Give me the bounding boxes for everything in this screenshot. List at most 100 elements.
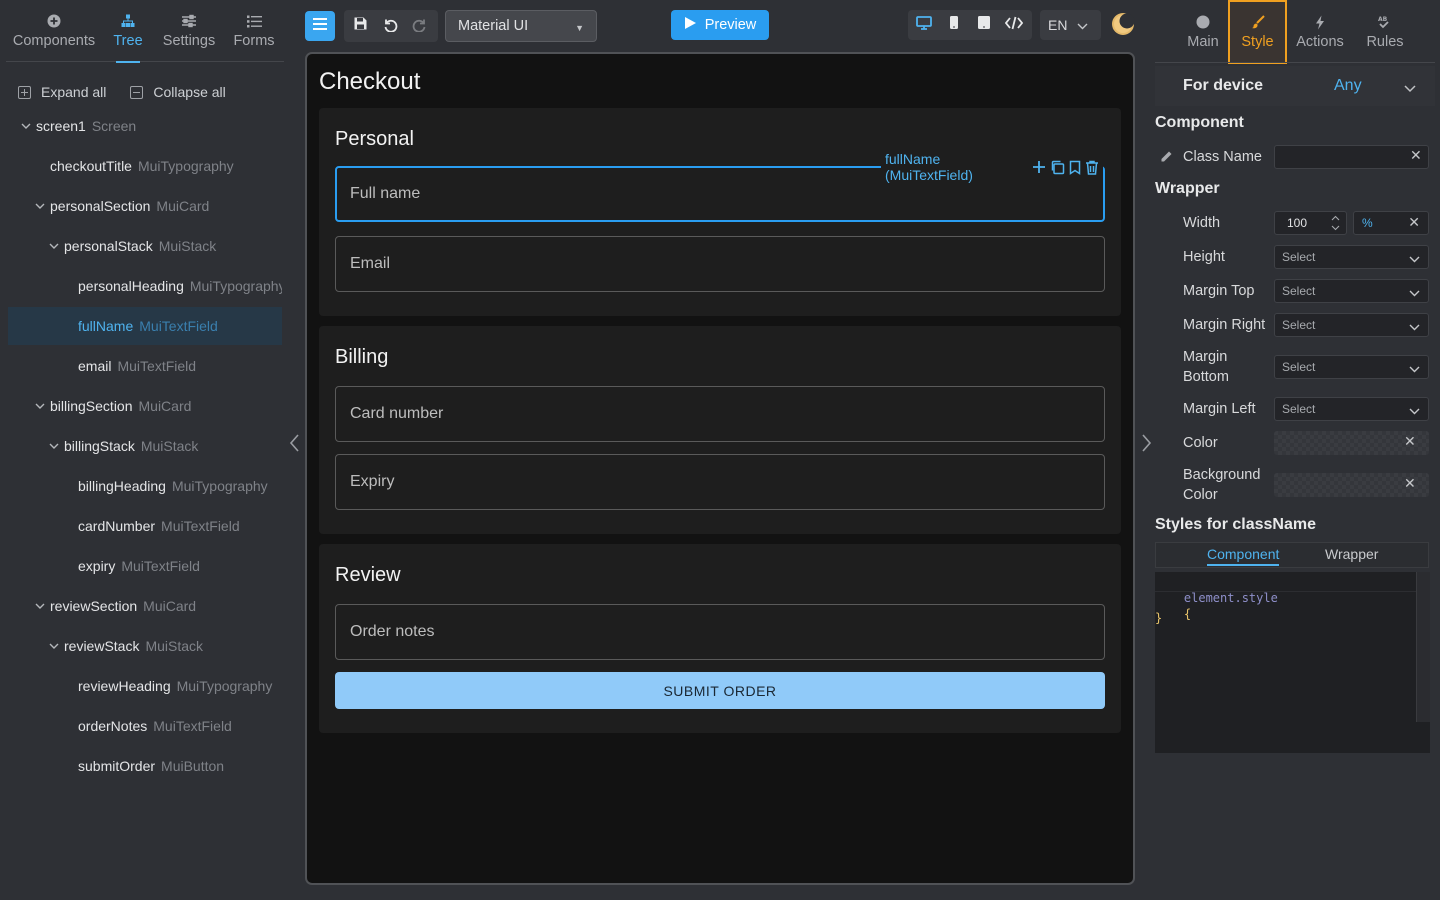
save-button[interactable] bbox=[345, 11, 375, 41]
email-field[interactable]: Email bbox=[335, 236, 1105, 292]
tablet-view-button[interactable] bbox=[969, 10, 999, 40]
clear-class-name-icon[interactable]: ✕ bbox=[1410, 147, 1422, 164]
tree-item-personalSection[interactable]: personalSection MuiCard bbox=[8, 187, 282, 225]
margin-top-label: Margin Top bbox=[1183, 283, 1255, 299]
tab-rules[interactable]: AB Rules bbox=[1364, 0, 1406, 64]
width-input[interactable]: 100 bbox=[1274, 211, 1347, 235]
tree-item-expiry[interactable]: expiry MuiTextField bbox=[8, 547, 282, 585]
order-notes-field[interactable]: Order notes bbox=[335, 604, 1105, 660]
tab-settings[interactable]: Settings bbox=[162, 0, 216, 62]
moon-icon bbox=[1111, 13, 1135, 40]
tree-item-billingSection[interactable]: billingSection MuiCard bbox=[8, 387, 282, 425]
collapse-left-panel-icon[interactable] bbox=[288, 434, 302, 457]
tree-item-type: MuiCard bbox=[138, 398, 192, 414]
tree-item-billingStack[interactable]: billingStack MuiStack bbox=[8, 427, 282, 465]
expand-all-button[interactable]: Expand all bbox=[18, 84, 106, 100]
language-value: EN bbox=[1048, 17, 1068, 33]
full-name-field[interactable]: Full name fullName (MuiTextField) bbox=[335, 151, 1105, 222]
for-device-label: For device bbox=[1183, 77, 1264, 94]
margin-top-select[interactable]: Select bbox=[1274, 279, 1429, 303]
personal-section-card[interactable]: Personal Full name fullName (MuiTextFiel… bbox=[319, 108, 1121, 316]
svg-text:AB: AB bbox=[1378, 16, 1388, 23]
bookmark-icon[interactable] bbox=[1069, 160, 1081, 175]
tab-style-label: Style bbox=[1241, 34, 1274, 50]
card-number-field[interactable]: Card number bbox=[335, 386, 1105, 442]
chevron-down-icon[interactable] bbox=[1404, 80, 1416, 98]
width-unit-select[interactable]: % ✕ bbox=[1353, 211, 1429, 235]
margin-bottom-select[interactable]: Select bbox=[1274, 355, 1429, 379]
class-name-input[interactable] bbox=[1274, 145, 1429, 169]
tree-item-screen1[interactable]: screen1 Screen bbox=[8, 107, 282, 145]
mobile-view-button[interactable] bbox=[939, 10, 969, 40]
selection-toolbar: fullName (MuiTextField) bbox=[881, 151, 1103, 183]
tab-main[interactable]: Main bbox=[1180, 0, 1226, 64]
chevron-down-icon[interactable] bbox=[48, 440, 60, 452]
tree-item-personalStack[interactable]: personalStack MuiStack bbox=[8, 227, 282, 265]
tree-item-reviewStack[interactable]: reviewStack MuiStack bbox=[8, 627, 282, 665]
add-icon[interactable] bbox=[1032, 160, 1046, 174]
ui-library-select[interactable]: Material UI ▼ bbox=[445, 10, 597, 42]
duplicate-icon[interactable] bbox=[1050, 160, 1065, 175]
clear-color-icon[interactable]: ✕ bbox=[1404, 433, 1416, 450]
tree-item-reviewSection[interactable]: reviewSection MuiCard bbox=[8, 587, 282, 625]
tab-actions[interactable]: Actions bbox=[1293, 0, 1347, 64]
plus-circle-icon bbox=[47, 13, 61, 29]
tree-item-personalHeading[interactable]: personalHeading MuiTypography bbox=[8, 267, 282, 305]
desktop-view-button[interactable] bbox=[909, 10, 939, 40]
tab-tree[interactable]: Tree bbox=[108, 0, 148, 63]
chevron-down-icon[interactable] bbox=[34, 400, 46, 412]
chevron-down-icon[interactable] bbox=[34, 200, 46, 212]
theme-toggle[interactable] bbox=[1111, 12, 1135, 36]
redo-button[interactable] bbox=[405, 11, 435, 41]
tree-item-orderNotes[interactable]: orderNotes MuiTextField bbox=[8, 707, 282, 745]
tree-item-submitOrder[interactable]: submitOrder MuiButton bbox=[8, 747, 282, 785]
chevron-down-icon[interactable] bbox=[48, 640, 60, 652]
tree-item-reviewHeading[interactable]: reviewHeading MuiTypography bbox=[8, 667, 282, 705]
trash-icon[interactable] bbox=[1085, 160, 1099, 175]
tree-item-fullName[interactable]: fullName MuiTextField bbox=[8, 307, 282, 345]
chevron-down-icon[interactable] bbox=[48, 240, 60, 252]
css-code-editor[interactable]: element.style { } bbox=[1155, 572, 1430, 753]
language-select[interactable]: EN bbox=[1040, 10, 1101, 40]
undo-button[interactable] bbox=[375, 11, 405, 41]
expiry-field[interactable]: Expiry bbox=[335, 454, 1105, 510]
margin-left-select[interactable]: Select bbox=[1274, 397, 1429, 421]
tab-forms[interactable]: Forms bbox=[232, 0, 276, 62]
tree-item-email[interactable]: email MuiTextField bbox=[8, 347, 282, 385]
save-icon bbox=[353, 16, 368, 36]
code-scrollbar[interactable] bbox=[1416, 572, 1430, 722]
chevron-down-icon bbox=[1077, 17, 1088, 33]
tree-item-billingHeading[interactable]: billingHeading MuiTypography bbox=[8, 467, 282, 505]
design-canvas[interactable]: Checkout Personal Full name fullName (Mu… bbox=[305, 52, 1135, 885]
tab-style[interactable]: Style bbox=[1228, 0, 1287, 64]
stepper-icon[interactable] bbox=[1331, 213, 1340, 238]
billing-section-card[interactable]: Billing Card number Expiry bbox=[319, 326, 1121, 534]
height-select[interactable]: Select bbox=[1274, 245, 1429, 269]
clear-background-color-icon[interactable]: ✕ bbox=[1404, 475, 1416, 492]
chevron-down-icon[interactable] bbox=[34, 600, 46, 612]
tree-item-checkoutTitle[interactable]: checkoutTitle MuiTypography bbox=[8, 147, 282, 185]
collapse-right-panel-icon[interactable] bbox=[1139, 434, 1153, 457]
margin-right-select[interactable]: Select bbox=[1274, 313, 1429, 337]
rules-icon: AB bbox=[1377, 14, 1393, 30]
submit-order-button[interactable]: SUBMIT ORDER bbox=[335, 672, 1105, 709]
tab-components[interactable]: Components bbox=[12, 0, 96, 62]
styles-tab-component[interactable]: Component bbox=[1207, 546, 1280, 566]
chevron-down-icon bbox=[1409, 404, 1420, 418]
tab-components-label: Components bbox=[12, 33, 96, 49]
review-section-card[interactable]: Review Order notes SUBMIT ORDER bbox=[319, 544, 1121, 733]
clear-width-unit-icon[interactable]: ✕ bbox=[1408, 214, 1420, 231]
chevron-down-icon[interactable] bbox=[20, 120, 32, 132]
tree-item-type: Screen bbox=[91, 118, 137, 134]
menu-button[interactable] bbox=[305, 11, 335, 41]
tree-item-cardNumber[interactable]: cardNumber MuiTextField bbox=[8, 507, 282, 545]
preview-label: Preview bbox=[704, 17, 757, 33]
tree-item-name: checkoutTitle bbox=[50, 158, 132, 174]
collapse-all-button[interactable]: Collapse all bbox=[130, 84, 226, 100]
tablet-icon bbox=[977, 15, 991, 35]
preview-button[interactable]: Preview bbox=[671, 10, 769, 40]
margin-left-label: Margin Left bbox=[1183, 401, 1256, 417]
code-view-button[interactable] bbox=[999, 10, 1029, 40]
styles-tab-wrapper[interactable]: Wrapper bbox=[1325, 546, 1378, 562]
for-device-select[interactable]: Any bbox=[1334, 77, 1362, 95]
